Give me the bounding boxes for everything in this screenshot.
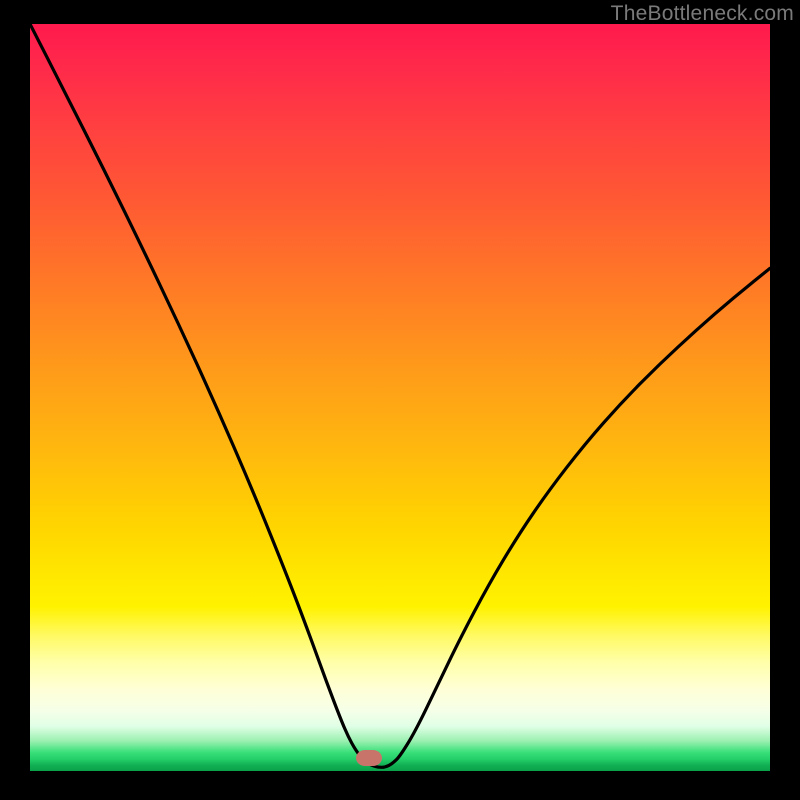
plot-area [30, 24, 770, 771]
watermark-text: TheBottleneck.com [611, 2, 794, 26]
bottleneck-curve [30, 24, 770, 771]
chart-frame: TheBottleneck.com [0, 0, 800, 800]
optimum-marker [356, 750, 382, 766]
